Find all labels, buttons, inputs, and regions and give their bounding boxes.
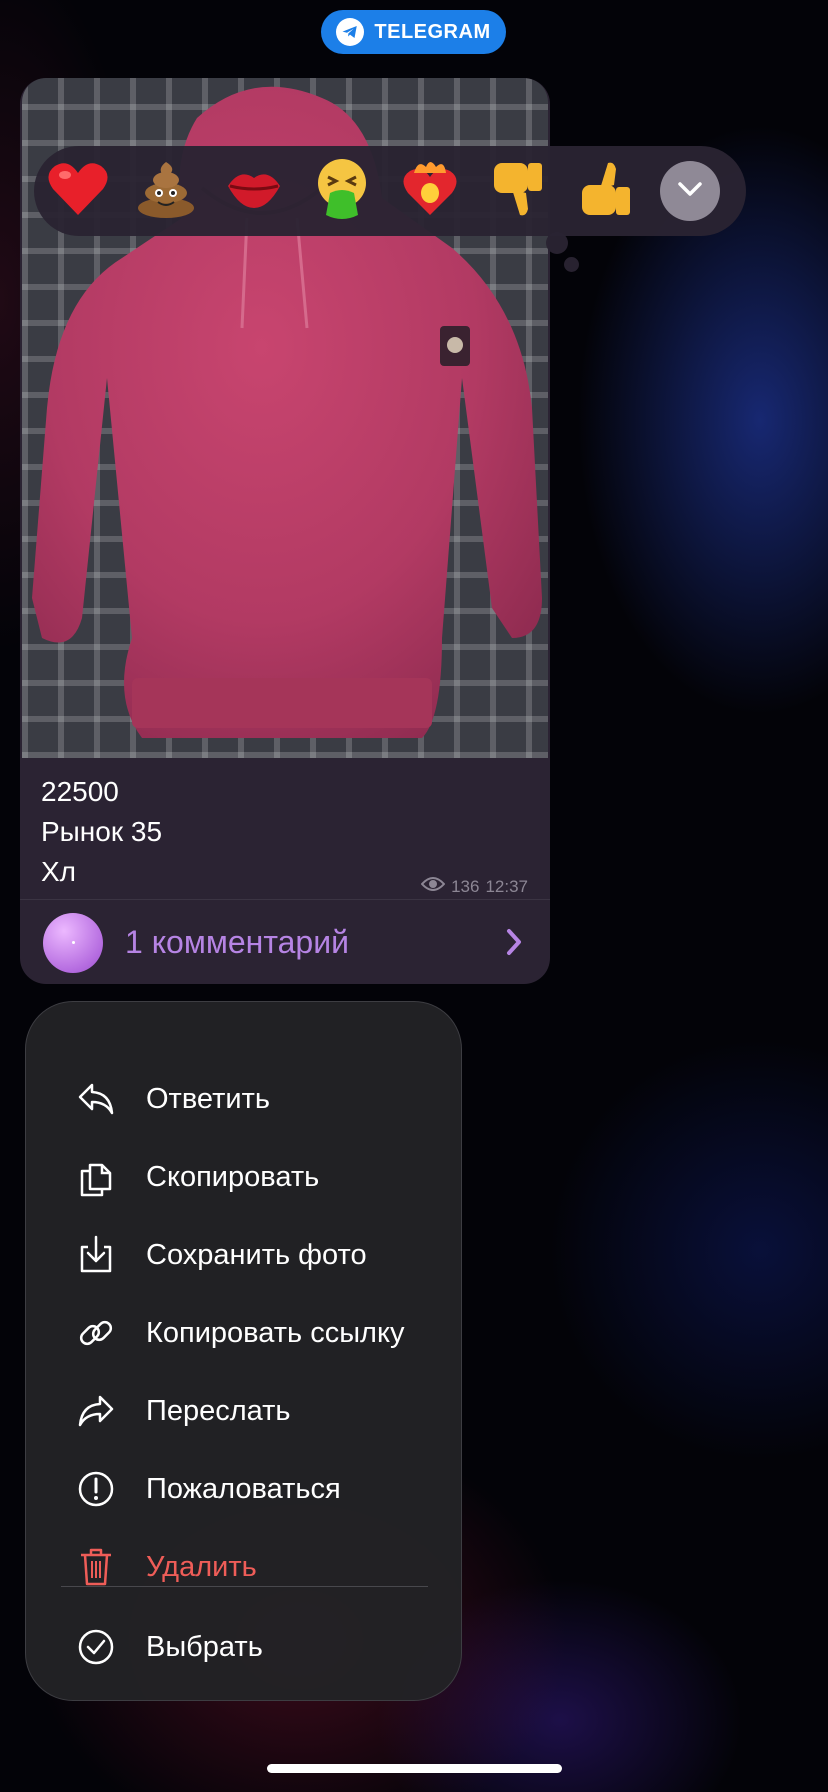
kiss-lips-icon (224, 164, 284, 219)
menu-item-label: Пожаловаться (146, 1472, 341, 1505)
reaction-vomit[interactable] (298, 151, 386, 231)
reaction-kiss[interactable] (210, 151, 298, 231)
comments-button[interactable]: 1 комментарий (20, 899, 550, 984)
menu-item-save-photo[interactable]: Сохранить фото (26, 1216, 463, 1294)
telegram-label: TELEGRAM (374, 20, 491, 43)
views-count: 136 (451, 876, 480, 896)
heart-on-fire-icon (400, 159, 460, 224)
expand-reactions-button[interactable] (660, 161, 720, 221)
caption-line-location: Рынок 35 (41, 816, 163, 847)
reaction-thumbs-down[interactable] (474, 151, 562, 231)
forward-icon (76, 1391, 116, 1431)
comments-label: 1 комментарий (125, 924, 349, 960)
thumbs-up-icon (578, 159, 634, 224)
menu-item-copy-link[interactable]: Копировать ссылку (26, 1294, 463, 1372)
pile-of-poo-icon (136, 160, 196, 223)
message-meta: 136 12:37 (420, 876, 528, 897)
context-menu: Ответить Скопировать Сохранить фото Копи… (25, 1001, 462, 1701)
menu-item-label: Скопировать (146, 1160, 320, 1193)
menu-item-label: Копировать ссылку (146, 1316, 405, 1349)
caption-line-price: 22500 (41, 776, 119, 807)
reaction-heart-fire[interactable] (386, 151, 474, 231)
message-time: 12:37 (485, 876, 528, 896)
trash-icon (76, 1547, 116, 1587)
menu-divider (61, 1586, 428, 1587)
caption-line-size: Хл (41, 856, 77, 887)
message-caption: 22500 Рынок 35 Хл (41, 772, 162, 892)
reaction-heart[interactable] (34, 151, 122, 231)
report-icon (76, 1469, 116, 1509)
menu-item-label: Сохранить фото (146, 1238, 367, 1271)
menu-item-copy[interactable]: Скопировать (26, 1138, 463, 1216)
reaction-poo[interactable] (122, 151, 210, 231)
commenter-avatar (43, 912, 103, 973)
telegram-icon (336, 18, 365, 46)
vomiting-face-icon (312, 157, 372, 226)
menu-item-reply[interactable]: Ответить (26, 1060, 463, 1138)
menu-item-label: Переслать (146, 1394, 291, 1427)
menu-item-label: Удалить (146, 1550, 257, 1583)
telegram-status-pill[interactable]: TELEGRAM (321, 10, 506, 54)
reply-icon (76, 1079, 116, 1119)
menu-item-label: Ответить (146, 1082, 270, 1115)
menu-item-forward[interactable]: Переслать (26, 1372, 463, 1450)
menu-item-report[interactable]: Пожаловаться (26, 1450, 463, 1528)
chevron-right-icon (504, 927, 524, 962)
red-heart-icon (47, 161, 109, 222)
home-indicator[interactable] (267, 1764, 562, 1773)
expand-chevron-icon (677, 181, 703, 202)
menu-item-label: Выбрать (146, 1630, 263, 1663)
save-photo-icon (76, 1235, 116, 1275)
select-check-icon (76, 1627, 116, 1667)
menu-item-delete[interactable]: Удалить (26, 1528, 463, 1606)
menu-item-select[interactable]: Выбрать (26, 1608, 463, 1686)
thumbs-down-icon (490, 159, 546, 224)
reaction-bubble-tail-small (564, 257, 579, 272)
reaction-thumbs-up[interactable] (562, 151, 650, 231)
copy-icon (76, 1157, 116, 1197)
views-icon (420, 876, 446, 897)
reaction-bar (34, 146, 746, 236)
link-icon (76, 1313, 116, 1353)
